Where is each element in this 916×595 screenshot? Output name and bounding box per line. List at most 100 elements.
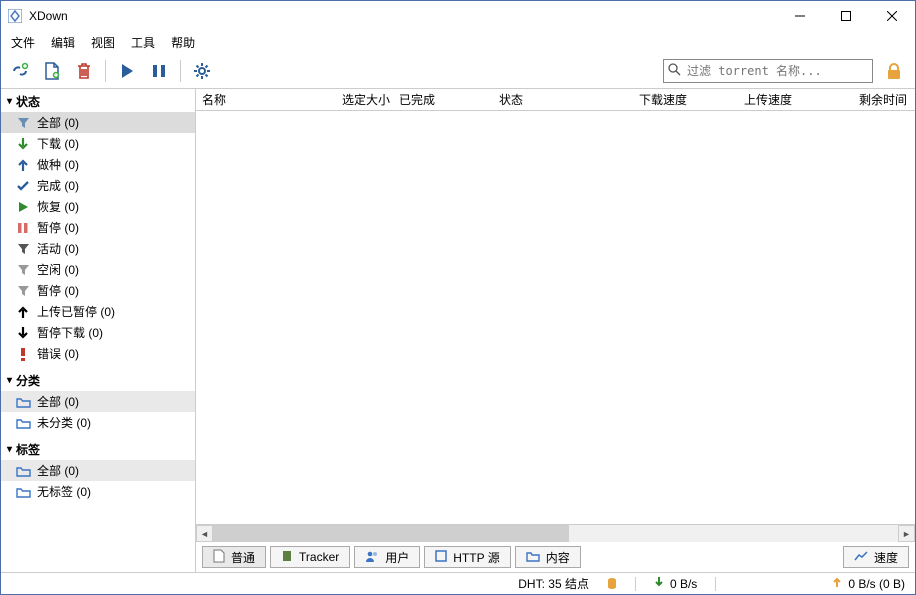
document-icon (213, 549, 225, 566)
sidebar-item-label: 错误 (0) (37, 345, 79, 362)
sidebar-item-label: 做种 (0) (37, 156, 79, 173)
sidebar-item-status-7[interactable]: 空闲 (0) (1, 259, 195, 280)
tab-label: Tracker (299, 550, 339, 564)
scroll-left-button[interactable]: ◄ (196, 525, 213, 542)
sidebar-item-label: 空闲 (0) (37, 261, 79, 278)
sidebar-item-status-4[interactable]: 恢复 (0) (1, 196, 195, 217)
pause-red-icon (15, 220, 31, 236)
sidebar-item-status-2[interactable]: 做种 (0) (1, 154, 195, 175)
sidebar-item-status-1[interactable]: 下载 (0) (1, 133, 195, 154)
search-box[interactable] (663, 59, 873, 83)
pause-button[interactable] (146, 58, 172, 84)
sidebar-item-status-0[interactable]: 全部 (0) (1, 112, 195, 133)
sidebar-item-status-10[interactable]: 暂停下载 (0) (1, 322, 195, 343)
sidebar-group-category[interactable]: ▾分类 (1, 370, 195, 391)
main-panel: 名称 选定大小 已完成 状态 下载速度 上传速度 剩余时间 ◄ ► 普通 Tra… (196, 89, 915, 572)
sidebar-item-label: 上传已暂停 (0) (37, 303, 115, 320)
sidebar-item-label: 暂停 (0) (37, 219, 79, 236)
arrow-down-black-icon (15, 325, 31, 341)
col-name[interactable]: 名称 (202, 91, 342, 108)
start-button[interactable] (114, 58, 140, 84)
status-upload: 0 B/s (0 B) (832, 576, 905, 591)
tab-label: HTTP 源 (453, 549, 499, 566)
menu-tools[interactable]: 工具 (131, 34, 155, 51)
http-icon (435, 549, 447, 566)
sidebar-item-status-9[interactable]: 上传已暂停 (0) (1, 301, 195, 322)
minimize-button[interactable] (777, 1, 823, 31)
folder-icon (526, 550, 540, 565)
sidebar-item-label: 活动 (0) (37, 240, 79, 257)
col-up[interactable]: 上传速度 (744, 91, 844, 108)
close-button[interactable] (869, 1, 915, 31)
sidebar-item-label: 全部 (0) (37, 393, 79, 410)
sidebar-item-status-6[interactable]: 活动 (0) (1, 238, 195, 259)
download-speed: 0 B/s (670, 577, 697, 591)
toolbar-separator (105, 60, 106, 82)
group-title: 状态 (16, 93, 40, 110)
delete-button[interactable] (71, 58, 97, 84)
sidebar-item-label: 全部 (0) (37, 114, 79, 131)
play-green-icon (15, 199, 31, 215)
detail-tabs: 普通 Tracker 用户 HTTP 源 内容 速度 (196, 542, 915, 572)
col-status[interactable]: 状态 (499, 91, 639, 108)
arrow-up-black-icon (15, 304, 31, 320)
window-controls (777, 1, 915, 31)
funnel-dark-icon (15, 241, 31, 257)
tab-label: 普通 (231, 549, 255, 566)
scroll-track[interactable] (213, 525, 898, 542)
menu-view[interactable]: 视图 (91, 34, 115, 51)
sidebar-item-status-5[interactable]: 暂停 (0) (1, 217, 195, 238)
tab-general[interactable]: 普通 (202, 546, 266, 568)
search-input[interactable] (685, 63, 868, 79)
col-done[interactable]: 已完成 (399, 91, 499, 108)
users-icon (365, 550, 379, 565)
sidebar-item-category-1[interactable]: 未分类 (0) (1, 412, 195, 433)
menu-file[interactable]: 文件 (11, 34, 35, 51)
sidebar-group-status[interactable]: ▾状态 (1, 91, 195, 112)
lock-icon[interactable] (883, 60, 905, 82)
col-eta[interactable]: 剩余时间 (844, 91, 915, 108)
tab-tracker[interactable]: Tracker (270, 546, 350, 568)
sidebar-item-tags-0[interactable]: 全部 (0) (1, 460, 195, 481)
check-blue-icon (15, 178, 31, 194)
status-dht: DHT: 35 结点 (518, 575, 589, 592)
tab-peers[interactable]: 用户 (354, 546, 420, 568)
tab-speed[interactable]: 速度 (843, 546, 909, 568)
app-icon (7, 8, 23, 24)
horizontal-scrollbar[interactable]: ◄ ► (196, 525, 915, 542)
sidebar-item-status-8[interactable]: 暂停 (0) (1, 280, 195, 301)
settings-button[interactable] (189, 58, 215, 84)
tab-content[interactable]: 内容 (515, 546, 581, 568)
maximize-button[interactable] (823, 1, 869, 31)
menu-help[interactable]: 帮助 (171, 34, 195, 51)
toolbar (1, 53, 915, 89)
sidebar-item-label: 完成 (0) (37, 177, 79, 194)
sidebar-item-label: 暂停 (0) (37, 282, 79, 299)
tab-http[interactable]: HTTP 源 (424, 546, 510, 568)
add-file-button[interactable] (39, 58, 65, 84)
add-link-button[interactable] (7, 58, 33, 84)
chevron-down-icon: ▾ (7, 444, 12, 455)
sidebar-item-label: 恢复 (0) (37, 198, 79, 215)
col-down[interactable]: 下载速度 (639, 91, 744, 108)
menu-bar: 文件 编辑 视图 工具 帮助 (1, 31, 915, 53)
sidebar-group-tags[interactable]: ▾标签 (1, 439, 195, 460)
scroll-right-button[interactable]: ► (898, 525, 915, 542)
status-separator (635, 577, 636, 591)
menu-edit[interactable]: 编辑 (51, 34, 75, 51)
col-size[interactable]: 选定大小 (342, 91, 399, 108)
folder-icon (15, 463, 31, 479)
scroll-thumb[interactable] (213, 525, 569, 542)
search-icon (668, 63, 681, 79)
sidebar-item-tags-1[interactable]: 无标签 (0) (1, 481, 195, 502)
status-bar: DHT: 35 结点 0 B/s 0 B/s (0 B) (1, 572, 915, 594)
sidebar: ▾状态 全部 (0)下载 (0)做种 (0)完成 (0)恢复 (0)暂停 (0)… (1, 89, 196, 572)
tab-label: 速度 (874, 549, 898, 566)
sidebar-item-status-11[interactable]: 错误 (0) (1, 343, 195, 364)
sidebar-item-category-0[interactable]: 全部 (0) (1, 391, 195, 412)
tab-label: 用户 (385, 549, 409, 566)
sidebar-item-status-3[interactable]: 完成 (0) (1, 175, 195, 196)
funnel-grey-icon (15, 262, 31, 278)
status-separator (715, 577, 716, 591)
torrent-list (196, 111, 915, 525)
